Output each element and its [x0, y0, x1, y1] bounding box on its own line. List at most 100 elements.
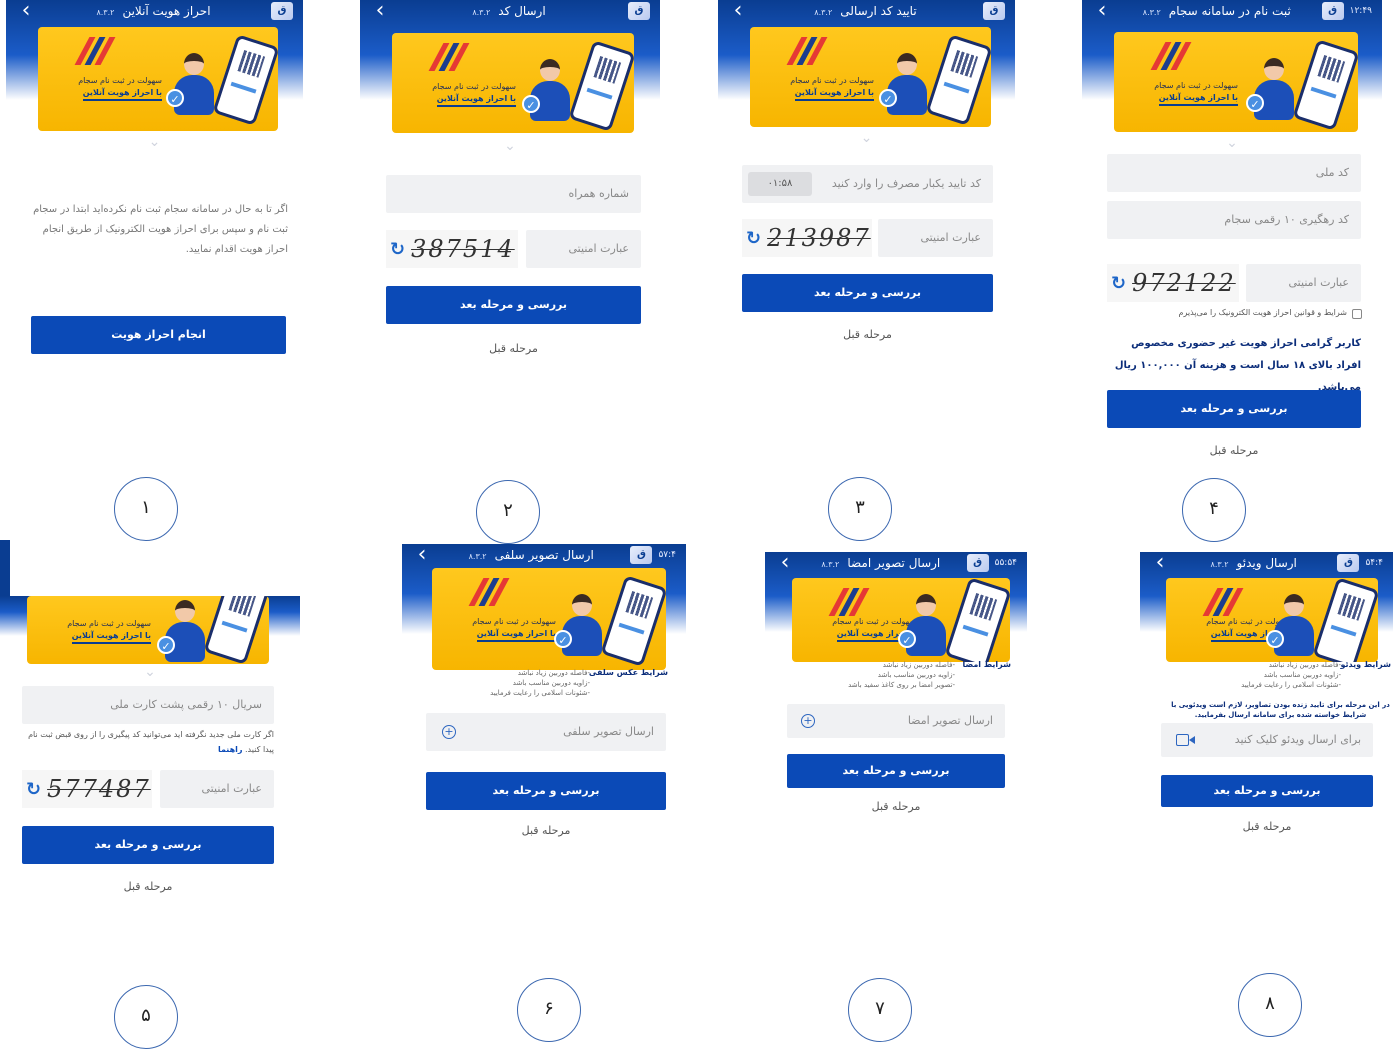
next-step-button[interactable]: بررسی و مرحله بعد: [742, 274, 993, 312]
person-illustration-icon: ✓: [166, 53, 216, 117]
refresh-captcha-icon[interactable]: ↻: [390, 239, 405, 260]
condition-item: -زاویه دوربین مناسب باشد: [1263, 671, 1341, 679]
screen-title: ارسال کد: [498, 4, 546, 18]
previous-step-link[interactable]: مرحله قبل: [1161, 820, 1373, 833]
phone-illustration-icon: [1292, 39, 1358, 131]
banner-line-1: سهولت در ثبت نام سجام: [832, 617, 916, 626]
refresh-captcha-icon[interactable]: ↻: [746, 228, 761, 249]
brand-slashes-icon: [428, 43, 472, 73]
captcha-input[interactable]: عبارت امنیتی: [1246, 264, 1361, 302]
previous-step-link[interactable]: مرحله قبل: [426, 824, 666, 837]
captcha-box: ↻ 213987: [742, 219, 872, 257]
next-step-button[interactable]: بررسی و مرحله بعد: [1161, 775, 1373, 807]
back-arrow-icon[interactable]: ‹: [1092, 0, 1112, 22]
screen-8-video: ‹ ۸.۳.۲ ارسال ویدئو ق ۵۴:۴ سهولت در ثبت ن…: [1140, 552, 1393, 842]
screen-title: ثبت نام در سامانه سجام: [1168, 4, 1291, 18]
captcha-code: 213987: [767, 224, 871, 252]
screen-title: ارسال تصویر امضا: [847, 556, 941, 570]
previous-step-link[interactable]: مرحله قبل: [1107, 444, 1361, 457]
version-label: ۸.۳.۲: [472, 8, 491, 17]
promo-banner: سهولت در ثبت نام سجام با احراز هویت آنلای…: [1114, 32, 1358, 132]
step-number-4: ۴: [1182, 478, 1246, 542]
back-arrow-icon[interactable]: ‹: [728, 0, 748, 22]
banner-line-2: با احراز هویت آنلاین: [1158, 92, 1238, 106]
phone-illustration-icon: [212, 34, 278, 126]
person-illustration-icon: ✓: [1266, 594, 1316, 658]
refresh-captcha-icon[interactable]: ↻: [26, 779, 41, 800]
start-identity-button[interactable]: انجام احراز هویت: [31, 316, 286, 354]
captcha-input[interactable]: عبارت امنیتی: [160, 770, 274, 808]
phone-illustration-icon: [568, 40, 634, 132]
next-step-button[interactable]: بررسی و مرحله بعد: [1107, 390, 1361, 428]
condition-item: -زاویه دوربین مناسب باشد: [877, 671, 955, 679]
refresh-captcha-icon[interactable]: ↻: [1111, 273, 1126, 294]
app-logo-icon: ق: [1321, 2, 1344, 20]
promo-banner: سهولت در ثبت نام سجام با احراز هویت آنلای…: [792, 578, 1010, 662]
video-conditions-title: شرایط ویدئو: [1340, 660, 1391, 669]
video-instruction: در این مرحله برای تایید زنده بودن تصاویر…: [1171, 701, 1390, 719]
back-arrow-icon[interactable]: ‹: [412, 544, 432, 566]
terms-checkbox[interactable]: [1352, 309, 1362, 319]
phone-illustration-icon: [925, 34, 991, 126]
phone-illustration-icon: [600, 575, 666, 667]
add-signature-icon[interactable]: +: [801, 714, 815, 728]
back-arrow-icon[interactable]: ‹: [370, 0, 390, 22]
phone-number-input[interactable]: شماره همراه: [386, 175, 641, 213]
selfie-conditions-list: -فاصله دوربین زیاد نباشد -زاویه دوربین م…: [440, 668, 590, 698]
phone-illustration-icon: [203, 596, 269, 664]
previous-step-link[interactable]: مرحله قبل: [787, 800, 1005, 813]
app-logo-icon: ق: [271, 2, 293, 20]
chevron-down-icon: ⌄: [1226, 135, 1238, 151]
card-serial-input[interactable]: سریال ۱۰ رقمی پشت کارت ملی: [22, 686, 274, 724]
back-arrow-icon[interactable]: ‹: [775, 552, 795, 574]
promo-banner: سهولت در ثبت نام سجام با احراز هویت آنلای…: [432, 568, 666, 670]
version-label: ۸.۳.۲: [814, 8, 833, 17]
screen-5-card-serial: سهولت در ثبت نام سجام با احراز هویت آنلای…: [0, 596, 300, 906]
version-label: ۸.۳.۲: [468, 552, 487, 561]
person-illustration-icon: ✓: [1246, 58, 1296, 122]
captcha-input[interactable]: عبارت امنیتی: [878, 219, 993, 257]
condition-item: -تصویر امضا بر روی کاغذ سفید باشد: [848, 681, 955, 689]
signature-conditions-title: شرایط امضا: [962, 660, 1011, 669]
previous-step-link[interactable]: مرحله قبل: [22, 880, 274, 893]
version-label: ۸.۳.۲: [1210, 560, 1229, 569]
signature-conditions-list: -فاصله دوربین زیاد نباشد -زاویه دوربین م…: [805, 660, 955, 690]
national-code-input[interactable]: کد ملی: [1107, 154, 1361, 192]
guide-link[interactable]: راهنما: [218, 745, 243, 754]
brand-slashes-icon: [468, 578, 512, 608]
signature-upload-field[interactable]: ارسال تصویر امضا: [787, 704, 1005, 738]
phone-illustration-icon: [944, 578, 1010, 662]
sejam-tracking-code-input[interactable]: کد رهگیری ۱۰ رقمی سجام: [1107, 201, 1361, 239]
header-row: ‹ ۸.۳.۲ احراز هویت آنلاین ق: [6, 0, 303, 22]
banner-line-1: سهولت در ثبت نام سجام: [1154, 81, 1238, 90]
back-arrow-icon[interactable]: ‹: [16, 0, 36, 22]
screen-title: تایید کد ارسالی: [840, 4, 917, 18]
next-step-button[interactable]: بررسی و مرحله بعد: [22, 826, 274, 864]
step-number-2: ۲: [476, 480, 540, 544]
screen-7-signature: ‹ ۸.۳.۲ ارسال تصویر امضا ق ۵۵:۵۴ سهولت در…: [765, 552, 1027, 822]
promo-banner: سهولت در ثبت نام سجام با احراز هویت آنلای…: [1166, 578, 1378, 662]
screen-edge-marker: [0, 540, 10, 596]
terms-label[interactable]: شرایط و قوانین احراز هویت الکترونیک را م…: [1107, 305, 1347, 320]
selfie-conditions-title: شرایط عکس سلفی: [588, 668, 668, 677]
version-label: ۸.۳.۲: [96, 8, 115, 17]
video-camera-icon[interactable]: [1176, 733, 1196, 747]
previous-step-link[interactable]: مرحله قبل: [742, 328, 993, 341]
header-row: ‹ ۸.۳.۲ ارسال کد ق: [360, 0, 660, 22]
back-arrow-icon[interactable]: ‹: [1150, 552, 1170, 574]
version-label: ۸.۳.۲: [1142, 8, 1161, 17]
promo-banner: سهولت در ثبت نام سجام با احراز هویت آنلای…: [392, 33, 634, 133]
next-step-button[interactable]: بررسی و مرحله بعد: [787, 754, 1005, 788]
banner-line-1: سهولت در ثبت نام سجام: [432, 82, 516, 91]
screen-2-send-code: ‹ ۸.۳.۲ ارسال کد ق سهولت در ثبت نام سجام ب…: [360, 0, 660, 470]
condition-item: -زاویه دوربین مناسب باشد: [512, 679, 590, 687]
captcha-input[interactable]: عبارت امنیتی: [526, 230, 641, 268]
previous-step-link[interactable]: مرحله قبل: [386, 342, 641, 355]
add-selfie-icon[interactable]: +: [442, 725, 456, 739]
selfie-upload-field[interactable]: ارسال تصویر سلفی: [426, 713, 666, 751]
next-step-button[interactable]: بررسی و مرحله بعد: [426, 772, 666, 810]
step-number-1: ۱: [114, 477, 178, 541]
header-row: ‹ ۸.۳.۲ ارسال تصویر امضا ق ۵۵:۵۴: [765, 552, 1027, 574]
header-row: ‹ ۸.۳.۲ ثبت نام در سامانه سجام ق ۱۲:۴۹: [1082, 0, 1382, 22]
next-step-button[interactable]: بررسی و مرحله بعد: [386, 286, 641, 324]
